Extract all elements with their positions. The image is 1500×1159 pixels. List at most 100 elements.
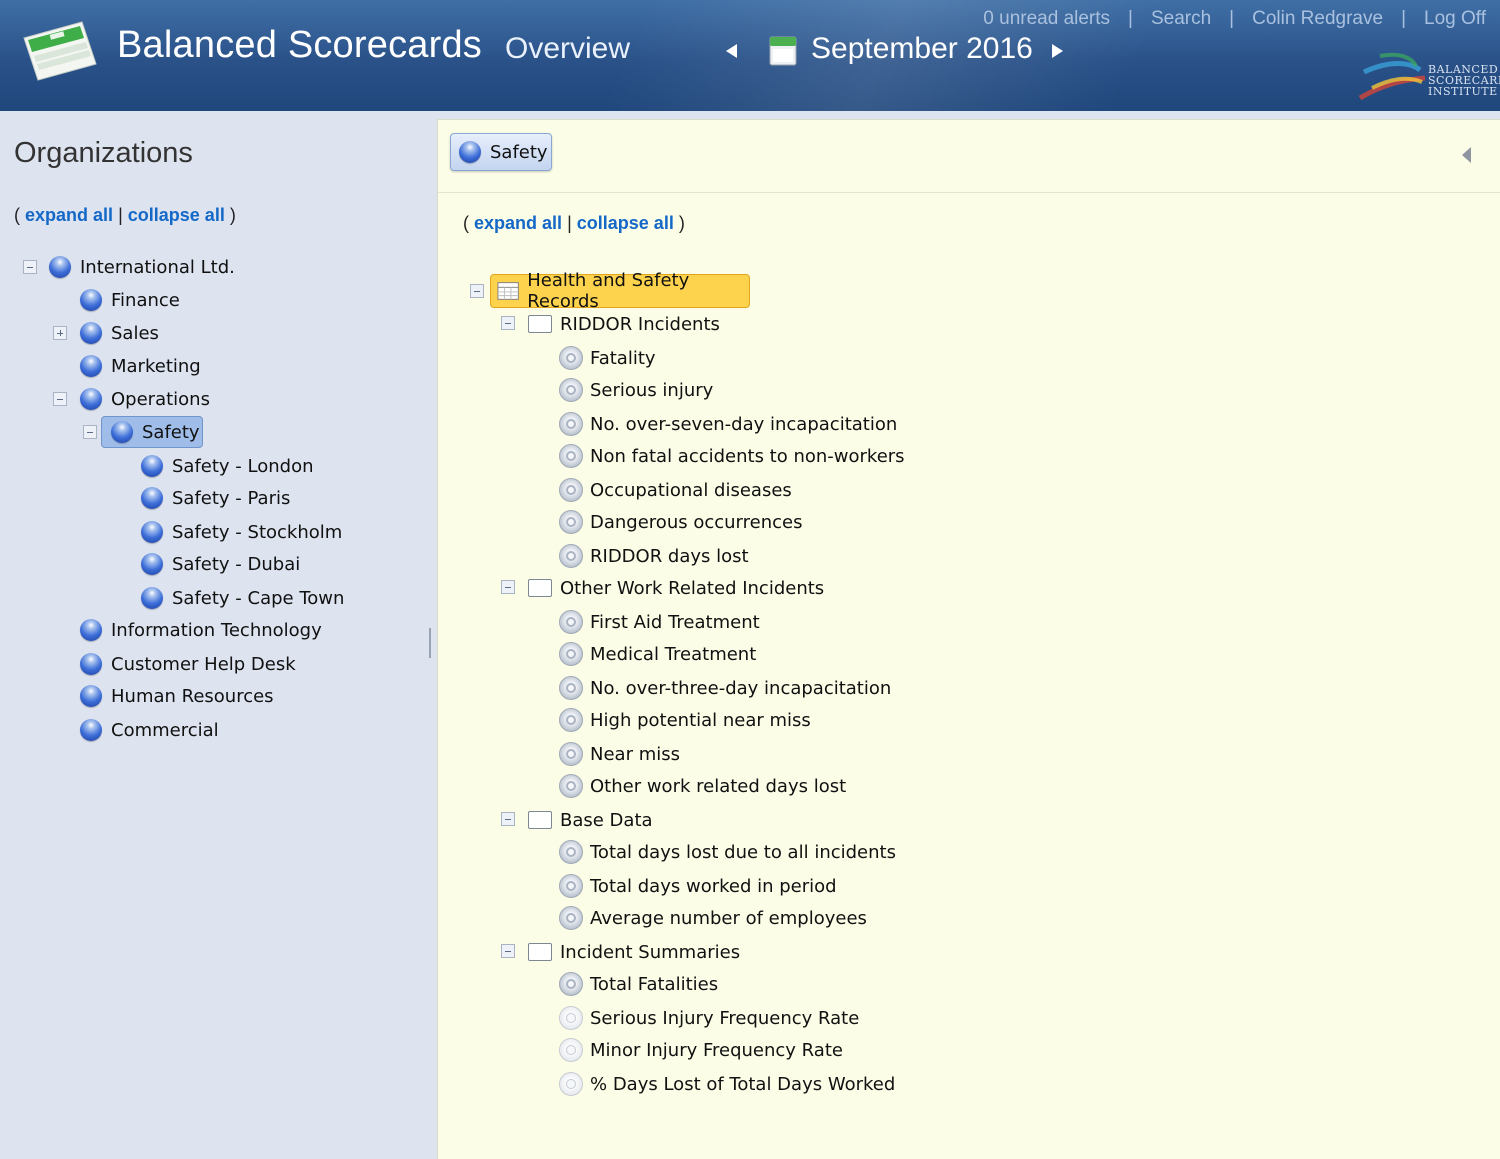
collapse-toggle-icon[interactable] <box>501 944 515 958</box>
gauge-icon <box>559 874 583 898</box>
metric-row[interactable]: Dangerous occurrences <box>559 506 802 538</box>
link-separator: | <box>1128 8 1133 29</box>
scorecard-panel: Safety ( expand all | collapse all ) Hea… <box>437 119 1500 1159</box>
metric-row[interactable]: RIDDOR days lost <box>559 540 749 572</box>
perspective-base-data[interactable]: Base Data <box>528 804 653 836</box>
expand-all-link[interactable]: expand all <box>25 205 113 225</box>
org-label: International Ltd. <box>80 256 235 278</box>
org-status-icon <box>80 388 102 410</box>
metric-row[interactable]: No. over-seven-day incapacitation <box>559 408 897 440</box>
expand-all-link[interactable]: expand all <box>474 213 562 233</box>
collapse-toggle-icon[interactable] <box>53 392 67 406</box>
metric-row[interactable]: Serious injury <box>559 374 713 406</box>
collapse-toggle-icon[interactable] <box>23 260 37 274</box>
previous-period-arrow-icon[interactable] <box>726 44 737 58</box>
next-period-arrow-icon[interactable] <box>1052 44 1063 58</box>
org-node-safety-dubai[interactable]: Safety - Dubai <box>141 549 300 579</box>
gauge-icon <box>559 906 583 930</box>
org-node-information-technology[interactable]: Information Technology <box>80 615 322 645</box>
panel-splitter-handle[interactable] <box>429 628 431 658</box>
unread-alerts-link[interactable]: 0 unread alerts <box>983 8 1110 29</box>
scorecard-logo-icon <box>23 21 97 81</box>
org-label: Commercial <box>111 719 219 741</box>
collapse-toggle-icon[interactable] <box>501 812 515 826</box>
gauge-icon <box>559 610 583 634</box>
perspective-riddor-incidents[interactable]: RIDDOR Incidents <box>528 308 720 340</box>
metric-row[interactable]: Non fatal accidents to non-workers <box>559 440 905 472</box>
metric-row[interactable]: Other work related days lost <box>559 770 846 802</box>
gauge-icon <box>559 708 583 732</box>
scorecard-root-node[interactable]: Health and Safety Records <box>490 270 750 312</box>
metric-row[interactable]: Fatality <box>559 342 656 374</box>
metric-row[interactable]: Total days worked in period <box>559 870 837 902</box>
perspective-label: Incident Summaries <box>560 941 741 963</box>
gauge-icon <box>559 774 583 798</box>
metric-row[interactable]: High potential near miss <box>559 704 811 736</box>
org-node-commercial[interactable]: Commercial <box>80 715 219 745</box>
org-status-icon <box>80 653 102 675</box>
metric-row[interactable]: First Aid Treatment <box>559 606 760 638</box>
scorecard-expand-collapse-links: ( expand all | collapse all ) <box>463 213 685 234</box>
org-node-human-resources[interactable]: Human Resources <box>80 681 274 711</box>
org-node-safety-selected[interactable]: Safety <box>101 416 203 448</box>
gauge-icon <box>559 840 583 864</box>
org-status-icon <box>80 322 102 344</box>
gauge-icon <box>559 510 583 534</box>
collapse-toggle-icon[interactable] <box>501 580 515 594</box>
paren: ( <box>463 213 469 233</box>
search-link[interactable]: Search <box>1151 8 1211 29</box>
user-link[interactable]: Colin Redgrave <box>1252 8 1383 29</box>
metric-row[interactable]: No. over-three-day incapacitation <box>559 672 891 704</box>
org-node-marketing[interactable]: Marketing <box>80 351 201 381</box>
collapse-all-link[interactable]: collapse all <box>577 213 674 233</box>
app-title: Balanced Scorecards <box>117 24 483 66</box>
perspective-icon <box>528 579 552 597</box>
org-status-icon <box>141 587 163 609</box>
metric-row[interactable]: % Days Lost of Total Days Worked <box>559 1068 895 1100</box>
perspective-incident-summaries[interactable]: Incident Summaries <box>528 936 740 968</box>
org-node-safety-cape-town[interactable]: Safety - Cape Town <box>141 583 344 613</box>
top-links: 0 unread alerts | Search | Colin Redgrave | Lo… <box>983 8 1486 30</box>
pipe: | <box>118 205 123 225</box>
metric-row[interactable]: Occupational diseases <box>559 474 792 506</box>
period-label[interactable]: September 2016 <box>811 32 1033 66</box>
metric-row[interactable]: Medical Treatment <box>559 638 756 670</box>
log-off-link[interactable]: Log Off <box>1424 8 1486 29</box>
org-node-safety-london[interactable]: Safety - London <box>141 451 314 481</box>
org-node-safety-paris[interactable]: Safety - Paris <box>141 483 290 513</box>
calendar-icon[interactable] <box>768 33 798 67</box>
scorecard-table-icon <box>497 282 519 300</box>
perspective-icon <box>528 943 552 961</box>
metric-label: Total days lost due to all incidents <box>590 841 896 863</box>
metric-row[interactable]: Near miss <box>559 738 680 770</box>
org-label: Operations <box>111 388 210 410</box>
collapse-all-link[interactable]: collapse all <box>128 205 225 225</box>
org-node-finance[interactable]: Finance <box>80 285 180 315</box>
metric-label: % Days Lost of Total Days Worked <box>590 1073 896 1095</box>
expand-toggle-icon[interactable] <box>53 326 67 340</box>
metric-row[interactable]: Total days lost due to all incidents <box>559 836 896 868</box>
perspective-label: Base Data <box>560 809 653 831</box>
metric-row[interactable]: Total Fatalities <box>559 968 718 1000</box>
org-node-sales[interactable]: Sales <box>80 318 159 348</box>
app-header: Balanced Scorecards Overview September 2… <box>0 0 1500 111</box>
perspective-other-work-related-incidents[interactable]: Other Work Related Incidents <box>528 572 824 604</box>
org-node-safety-stockholm[interactable]: Safety - Stockholm <box>141 517 342 547</box>
scorecard-panel-header: Safety <box>438 120 1500 193</box>
selected-org-button[interactable]: Safety <box>450 133 552 171</box>
collapse-toggle-icon[interactable] <box>501 316 515 330</box>
org-node-customer-help-desk[interactable]: Customer Help Desk <box>80 649 296 679</box>
metric-row[interactable]: Serious Injury Frequency Rate <box>559 1002 859 1034</box>
metric-row[interactable]: Average number of employees <box>559 902 867 934</box>
paren: ) <box>678 213 685 233</box>
org-node-international[interactable]: International Ltd. <box>49 252 235 282</box>
org-label: Safety - Cape Town <box>172 587 345 609</box>
metric-label: Fatality <box>590 347 656 369</box>
metric-row[interactable]: Minor Injury Frequency Rate <box>559 1034 843 1066</box>
org-status-icon <box>80 619 102 641</box>
collapse-panel-arrow-icon[interactable] <box>1462 147 1471 163</box>
org-node-operations[interactable]: Operations <box>80 384 210 414</box>
collapse-toggle-icon[interactable] <box>83 425 97 439</box>
perspective-icon <box>528 315 552 333</box>
collapse-toggle-icon[interactable] <box>470 284 484 298</box>
